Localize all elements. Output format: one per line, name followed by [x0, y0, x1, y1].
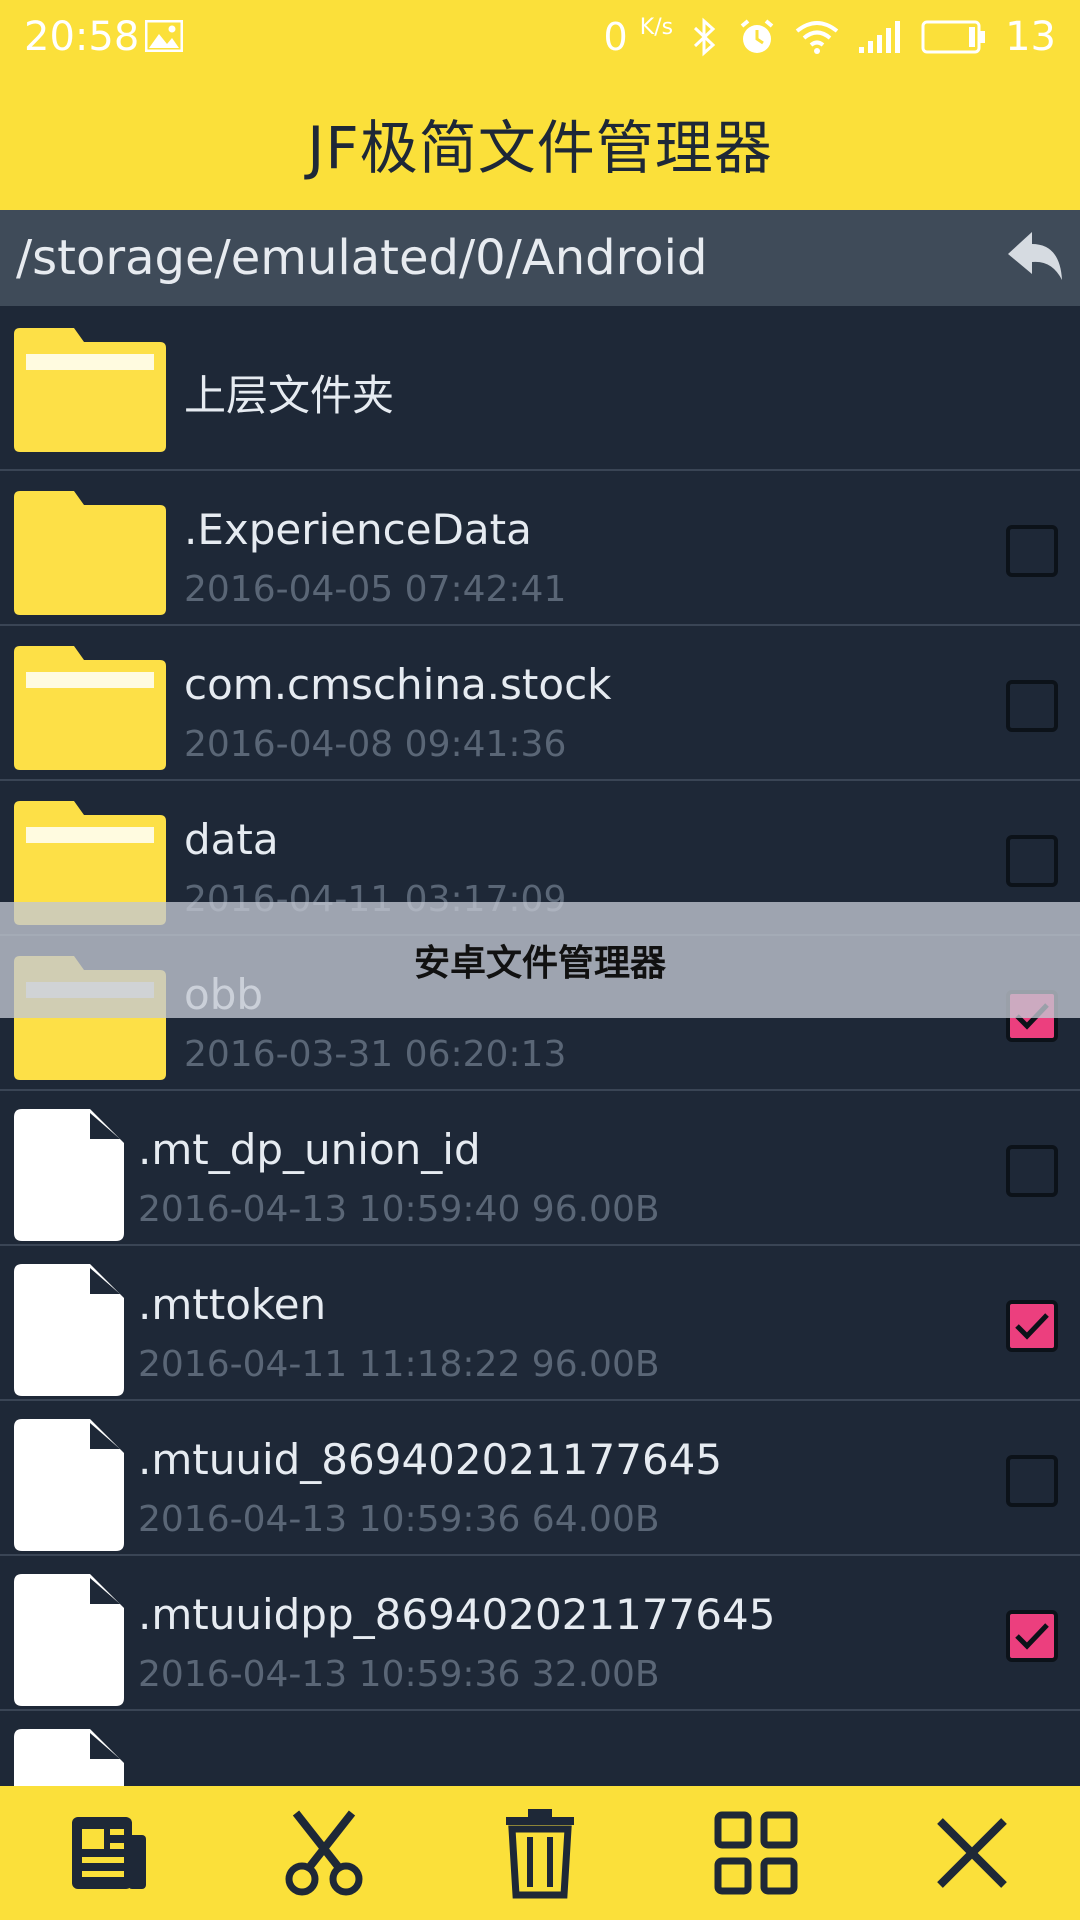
copy-button[interactable]	[60, 1805, 156, 1901]
select-checkbox[interactable]	[1006, 1145, 1058, 1197]
select-checkbox[interactable]	[1006, 1300, 1058, 1352]
delete-button[interactable]	[492, 1805, 588, 1901]
folder-date: 2016-03-31 06:20:13	[184, 1034, 567, 1075]
folder-icon	[14, 328, 166, 452]
cut-button[interactable]	[276, 1805, 372, 1901]
select-checkbox[interactable]	[1006, 835, 1058, 887]
folder-name: data	[184, 815, 279, 864]
file-icon	[14, 1264, 124, 1396]
wifi-icon	[795, 21, 839, 54]
file-name: .mttoken	[138, 1280, 327, 1329]
bluetooth-icon	[694, 17, 716, 57]
back-arrow-icon[interactable]	[1004, 228, 1066, 288]
grid-icon	[714, 1811, 798, 1895]
file-name: .mtuuidpp_869402021177645	[138, 1590, 776, 1639]
battery-level: 13	[1005, 14, 1056, 60]
trash-icon	[506, 1809, 574, 1899]
file-meta: 2016-04-13 10:59:36 32.00B	[138, 1654, 660, 1695]
file-icon	[14, 1729, 124, 1786]
close-icon	[937, 1818, 1007, 1888]
alarm-icon	[740, 19, 774, 53]
app-header: JF极简文件管理器	[0, 76, 1080, 210]
status-right-group: 0 K/s 13	[604, 14, 1057, 60]
folder-icon	[14, 491, 166, 615]
checkmark-icon	[1015, 1313, 1049, 1340]
folder-name: .ExperienceData	[184, 505, 532, 554]
path-bar: /storage/emulated/0/Android	[0, 210, 1080, 306]
bottom-toolbar	[0, 1786, 1080, 1920]
select-checkbox[interactable]	[1006, 680, 1058, 732]
select-checkbox[interactable]	[1006, 1455, 1058, 1507]
signal-icon	[859, 21, 901, 53]
file-row[interactable]: .mt_dp_union_id 2016-04-13 10:59:40 96.0…	[0, 1091, 1080, 1246]
image-icon	[145, 20, 183, 52]
current-path: /storage/emulated/0/Android	[16, 230, 708, 286]
checkmark-icon	[1015, 1623, 1049, 1650]
folder-icon	[14, 646, 166, 770]
scissors-icon	[285, 1810, 363, 1896]
select-checkbox[interactable]	[1006, 1610, 1058, 1662]
select-all-button[interactable]	[708, 1805, 804, 1901]
file-list: 上层文件夹 .ExperienceData 2016-04-05 07:42:4…	[0, 306, 1080, 1786]
network-speed: 0 K/s	[603, 15, 674, 59]
watermark-banner: 安卓文件管理器	[0, 902, 1080, 1018]
status-bar: 20:58 0 K/s 13	[0, 0, 1080, 76]
folder-name: com.cmschina.stock	[184, 660, 612, 709]
file-row[interactable]: .mtuuidpp_869402021177645 2016-04-13 10:…	[0, 1556, 1080, 1711]
folder-row[interactable]: com.cmschina.stock 2016-04-08 09:41:36	[0, 626, 1080, 781]
file-meta: 2016-04-11 11:18:22 96.00B	[138, 1344, 660, 1385]
app-title: JF极简文件管理器	[307, 114, 773, 182]
document-icon	[72, 1817, 146, 1889]
status-time: 20:58	[24, 14, 140, 60]
file-meta: 2016-04-13 10:59:36 64.00B	[138, 1499, 660, 1540]
file-row[interactable]: .mttoken 2016-04-11 11:18:22 96.00B	[0, 1246, 1080, 1401]
select-checkbox[interactable]	[1006, 525, 1058, 577]
watermark-caption: 安卓文件管理器	[413, 943, 666, 984]
file-meta: 2016-04-13 10:59:40 96.00B	[138, 1189, 660, 1230]
file-name: .mtuuid_869402021177645	[138, 1435, 723, 1484]
folder-date: 2016-04-05 07:42:41	[184, 569, 567, 610]
folder-date: 2016-04-08 09:41:36	[184, 724, 567, 765]
file-icon	[14, 1574, 124, 1706]
parent-folder-label: 上层文件夹	[184, 371, 395, 420]
parent-folder-row[interactable]: 上层文件夹	[0, 306, 1080, 471]
file-icon	[14, 1419, 124, 1551]
file-row-partial[interactable]	[0, 1711, 1080, 1786]
battery-icon	[921, 20, 986, 54]
file-icon	[14, 1109, 124, 1241]
file-name: .mt_dp_union_id	[138, 1125, 481, 1174]
close-button[interactable]	[924, 1805, 1020, 1901]
file-row[interactable]: .mtuuid_869402021177645 2016-04-13 10:59…	[0, 1401, 1080, 1556]
folder-row[interactable]: .ExperienceData 2016-04-05 07:42:41	[0, 471, 1080, 626]
